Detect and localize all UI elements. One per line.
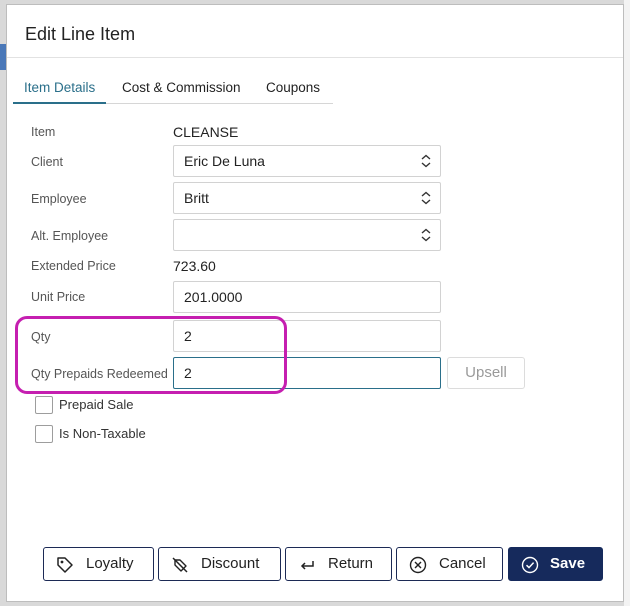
non-taxable-label: Is Non-Taxable [59,426,146,441]
client-select[interactable]: Eric De Luna [173,145,441,177]
circle-x-icon [409,556,427,574]
edit-line-item-dialog: Edit Line Item Item Details Cost & Commi… [6,4,624,602]
background-panel-edge [624,0,630,606]
prepaid-sale-label: Prepaid Sale [59,397,134,412]
employee-select[interactable]: Britt [173,182,441,214]
tag-icon [57,557,73,573]
cancel-button-label: Cancel [439,555,486,572]
upsell-button[interactable]: Upsell [447,357,525,389]
prepaid-sale-checkbox[interactable] [35,396,53,414]
unit-price-label: Unit Price [31,290,86,304]
alt-employee-select[interactable] [173,219,441,251]
no-tag-icon [172,557,188,573]
tab-coupons[interactable]: Coupons [266,80,320,95]
save-button-label: Save [550,555,586,572]
qty-prepaids-redeemed-label: Qty Prepaids Redeemed [31,367,168,381]
return-button[interactable]: Return [285,547,392,581]
chevron-up-down-icon [421,191,431,205]
employee-label: Employee [31,192,87,206]
non-taxable-checkbox[interactable] [35,425,53,443]
qty-prepaids-redeemed-input[interactable]: 2 [173,357,441,389]
loyalty-button[interactable]: Loyalty [43,547,154,581]
discount-button-label: Discount [201,555,260,572]
qty-input[interactable]: 2 [173,320,441,352]
active-tab-indicator [13,102,106,104]
extended-price-label: Extended Price [31,259,116,273]
tab-cost-commission[interactable]: Cost & Commission [122,80,241,95]
employee-select-value: Britt [184,190,209,206]
circle-check-icon [521,556,539,574]
item-value: CLEANSE [173,124,239,140]
client-select-value: Eric De Luna [184,153,265,169]
title-divider [7,57,623,58]
qty-label: Qty [31,330,51,344]
prepaid-sale-row[interactable]: Prepaid Sale [35,396,175,416]
tab-item-details[interactable]: Item Details [24,80,95,95]
unit-price-input[interactable]: 201.0000 [173,281,441,313]
dialog-title: Edit Line Item [25,24,136,44]
chevron-up-down-icon [421,154,431,168]
non-taxable-row[interactable]: Is Non-Taxable [35,425,175,445]
return-arrow-icon [300,561,314,570]
loyalty-button-label: Loyalty [86,555,134,572]
extended-price-value: 723.60 [173,258,216,274]
item-label: Item [31,125,56,139]
cancel-button[interactable]: Cancel [396,547,503,581]
tab-bar: Item Details Cost & Commission Coupons [13,77,333,104]
alt-employee-label: Alt. Employee [31,229,109,243]
chevron-up-down-icon [421,228,431,242]
save-button[interactable]: Save [508,547,603,581]
return-button-label: Return [328,555,374,572]
discount-button[interactable]: Discount [158,547,281,581]
client-label: Client [31,155,63,169]
